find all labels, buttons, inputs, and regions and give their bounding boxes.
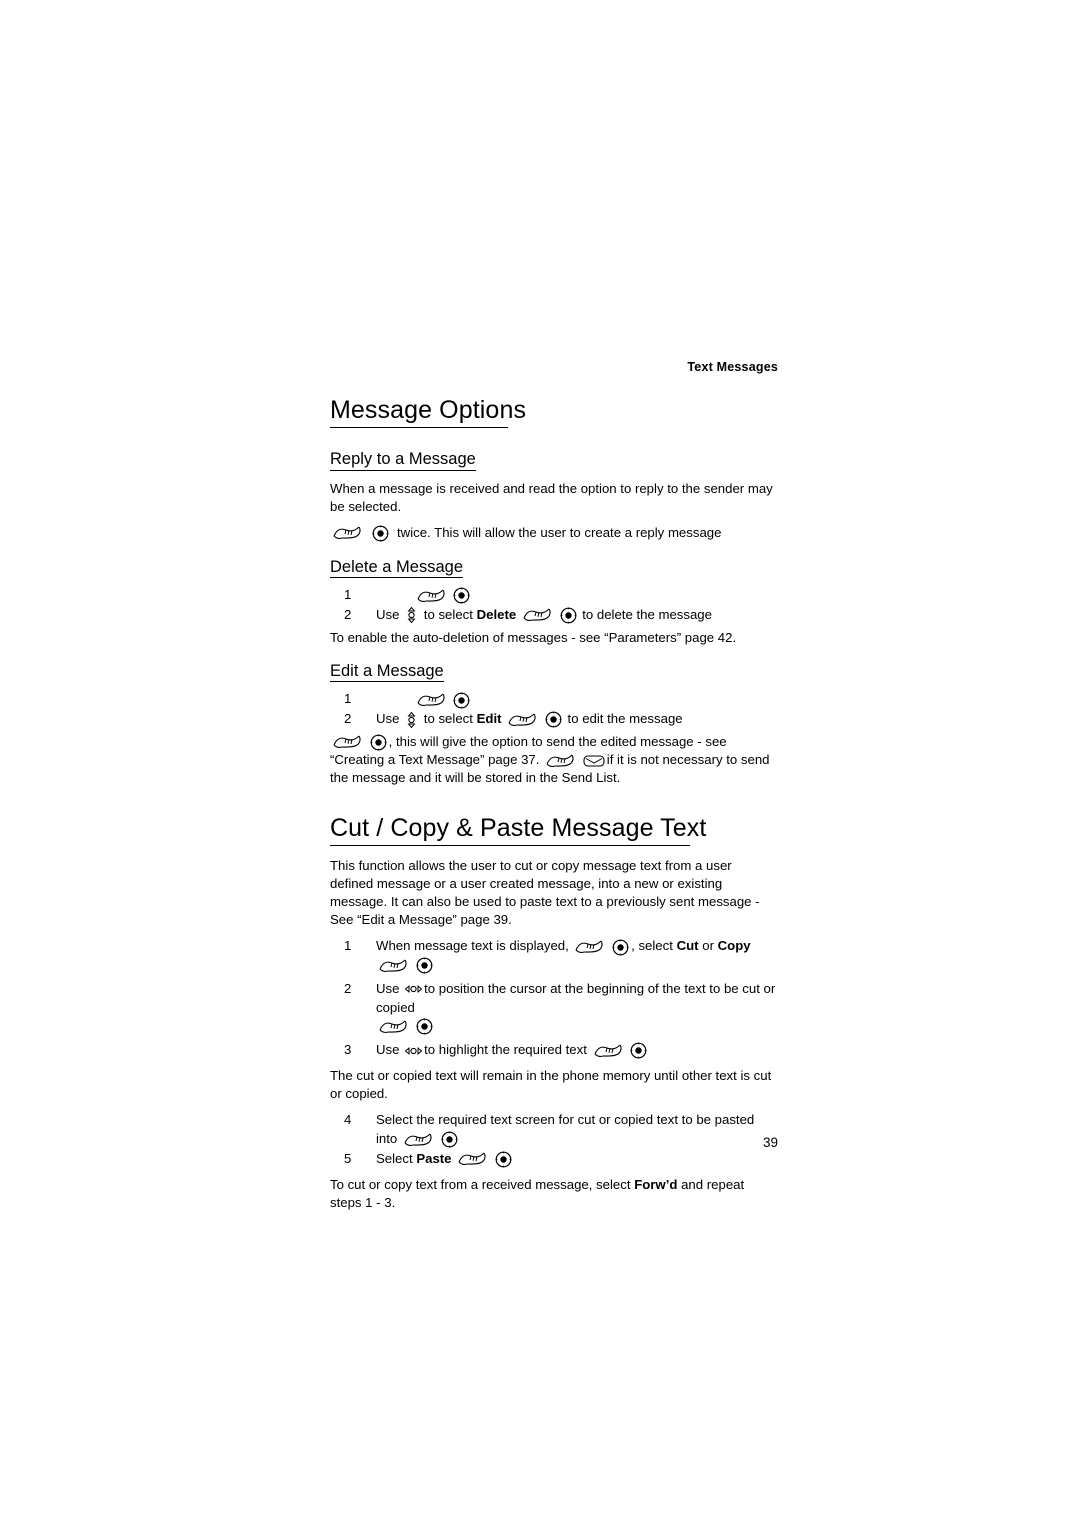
step-text-b: to highlight the required text bbox=[424, 1042, 587, 1058]
list-item: 1 bbox=[330, 690, 778, 709]
ok-button-icon bbox=[416, 1018, 433, 1035]
step-number: 2 bbox=[344, 606, 352, 622]
softkey-icon bbox=[332, 734, 362, 750]
ok-button-icon bbox=[545, 711, 562, 728]
chapter-title-text: Message Options bbox=[330, 396, 527, 424]
ok-button-icon bbox=[612, 939, 629, 956]
navigation-key-horizontal-icon bbox=[404, 981, 423, 997]
step-text: Select Paste bbox=[376, 1150, 778, 1169]
page-number: 39 bbox=[762, 1135, 778, 1150]
softkey-icon bbox=[507, 712, 537, 728]
step-text-b: to position the cursor at the beginning … bbox=[376, 980, 776, 1015]
step-bold-edit: Edit bbox=[476, 711, 502, 727]
list-item: 2 Use to position the cursor at the begi… bbox=[330, 980, 778, 1036]
softkey-icon bbox=[522, 607, 552, 623]
forward-note-paragraph: To cut or copy text from a received mess… bbox=[330, 1176, 778, 1212]
step-text-b: to select bbox=[423, 606, 473, 622]
section-heading-reply: Reply to a Message bbox=[330, 449, 476, 471]
softkey-icon bbox=[332, 525, 362, 541]
list-item: 2 Use to select Delete to delete the mes… bbox=[330, 606, 778, 625]
step-bold-delete: Delete bbox=[476, 606, 517, 622]
navigation-key-vertical-icon bbox=[404, 711, 419, 729]
step-text-a: Use bbox=[376, 980, 400, 996]
step-bold-copy: Copy bbox=[717, 938, 751, 954]
reply-instruction-row: twice. This will allow the user to creat… bbox=[330, 524, 778, 542]
ok-button-icon bbox=[370, 734, 387, 751]
ok-button-icon bbox=[453, 692, 470, 709]
step-number: 2 bbox=[344, 980, 352, 996]
running-head: Text Messages bbox=[687, 360, 778, 374]
step-text-b: to select bbox=[423, 711, 473, 727]
ok-button-icon bbox=[416, 957, 433, 974]
list-item: 3 Use to highlight the required text bbox=[330, 1041, 778, 1060]
chapter-title-text: Cut / Copy & Paste Message Text bbox=[330, 813, 707, 842]
step-text-a: Use bbox=[376, 606, 400, 622]
softkey-icon bbox=[545, 753, 575, 769]
ok-button-icon bbox=[560, 607, 577, 624]
softkey-icon bbox=[378, 1019, 408, 1035]
title-rule bbox=[330, 427, 508, 428]
step-text-a: Use bbox=[376, 711, 400, 727]
page-content: Text Messages Message Options Reply to a… bbox=[330, 360, 778, 1212]
chapter-title-cut-copy-paste: Cut / Copy & Paste Message Text bbox=[330, 814, 778, 850]
envelope-icon bbox=[583, 754, 605, 768]
cut-copy-steps: 1 When message text is displayed, , sele… bbox=[330, 937, 778, 1059]
section-heading-edit: Edit a Message bbox=[330, 661, 444, 683]
step-text: Use to select Edit to edit the message bbox=[376, 710, 778, 729]
ok-button-icon bbox=[372, 525, 389, 542]
edit-steps: 1 2 Use to select Edit to edit the messa… bbox=[330, 690, 778, 729]
step-text: Use to highlight the required text bbox=[376, 1041, 778, 1060]
softkey-icon bbox=[457, 1151, 487, 1167]
softkey-icon bbox=[574, 939, 604, 955]
step-text: When message text is displayed, , select… bbox=[376, 937, 778, 974]
softkey-icon bbox=[593, 1043, 623, 1059]
step-number: 1 bbox=[344, 587, 352, 603]
step-bold-cut: Cut bbox=[676, 938, 699, 954]
step-text: Use to select Delete to delete the messa… bbox=[376, 606, 778, 625]
softkey-icon bbox=[416, 588, 446, 604]
ok-button-icon bbox=[630, 1042, 647, 1059]
step-number: 1 bbox=[344, 691, 352, 707]
step-number: 5 bbox=[344, 1150, 352, 1166]
list-item: 1 bbox=[330, 586, 778, 605]
list-item: 1 When message text is displayed, , sele… bbox=[330, 937, 778, 974]
step-text-b: , select bbox=[631, 938, 673, 954]
step-text bbox=[376, 690, 778, 709]
step-bold-paste: Paste bbox=[416, 1150, 452, 1166]
step-number: 1 bbox=[344, 938, 352, 954]
edit-note-paragraph: , this will give the option to send the … bbox=[330, 733, 778, 788]
step-text: Use to position the cursor at the beginn… bbox=[376, 980, 778, 1036]
step-number: 2 bbox=[344, 711, 352, 727]
navigation-key-vertical-icon bbox=[404, 606, 419, 624]
document-page: Text Messages Message Options Reply to a… bbox=[0, 0, 1080, 1528]
delete-steps: 1 2 Use to select Delete to delete the m… bbox=[330, 586, 778, 624]
section-heading-delete: Delete a Message bbox=[330, 557, 463, 579]
step-text-c: to delete the message bbox=[582, 606, 712, 622]
step-text-a: When message text is displayed, bbox=[376, 938, 569, 954]
title-rule bbox=[330, 844, 690, 846]
step-text-c: to edit the message bbox=[567, 711, 683, 727]
step-text-a: Use bbox=[376, 1042, 400, 1058]
step-text-c: or bbox=[702, 938, 714, 954]
forward-note-bold: Forw’d bbox=[634, 1176, 678, 1192]
reply-instruction-text: twice. This will allow the user to creat… bbox=[397, 525, 722, 541]
ok-button-icon bbox=[453, 587, 470, 604]
delete-note-paragraph: To enable the auto-deletion of messages … bbox=[330, 629, 737, 645]
list-item: 2 Use to select Edit to edit the message bbox=[330, 710, 778, 729]
step-text bbox=[376, 586, 778, 605]
ok-button-icon bbox=[495, 1151, 512, 1168]
list-item: 5 Select Paste bbox=[330, 1150, 778, 1169]
cut-copy-note-paragraph: The cut or copied text will remain in th… bbox=[330, 1067, 772, 1102]
reply-intro-paragraph: When a message is received and read the … bbox=[330, 480, 773, 514]
softkey-icon bbox=[416, 692, 446, 708]
step-number: 3 bbox=[344, 1042, 352, 1058]
chapter-title-message-options: Message Options bbox=[330, 396, 778, 432]
softkey-icon bbox=[378, 958, 408, 974]
navigation-key-horizontal-icon bbox=[404, 1043, 423, 1059]
step-text-a: Select bbox=[376, 1150, 413, 1166]
cut-copy-intro-paragraph: This function allows the user to cut or … bbox=[330, 857, 760, 928]
forward-note-text-a: To cut or copy text from a received mess… bbox=[330, 1176, 631, 1192]
